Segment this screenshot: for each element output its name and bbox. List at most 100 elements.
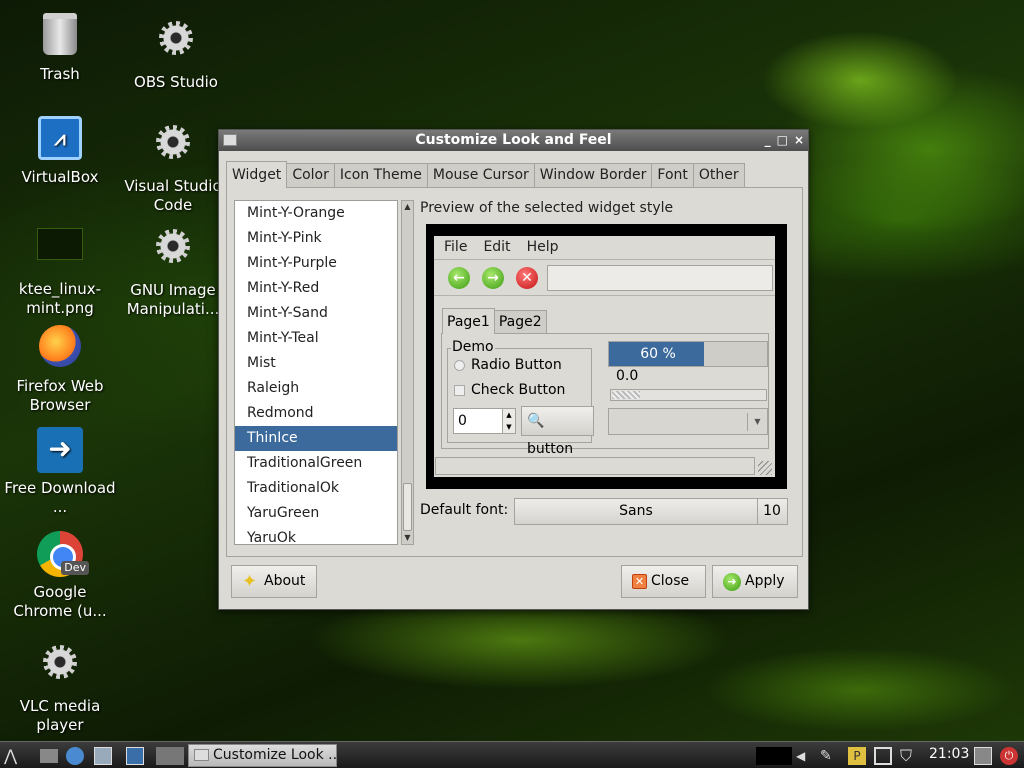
desktop-icon-label: ktee_linux-mint.png [18,280,102,317]
browser-icon[interactable] [66,747,84,765]
list-item[interactable]: Raleigh [235,376,397,401]
apply-button[interactable]: ➜ Apply [712,565,798,598]
list-item[interactable]: Mint-Y-Sand [235,301,397,326]
tab-widget[interactable]: Widget [226,161,288,188]
show-desktop-icon[interactable] [126,747,144,765]
list-item[interactable]: Redmond [235,401,397,426]
radio-button[interactable]: Radio Button [454,357,562,373]
tab-other[interactable]: Other [692,163,745,187]
desktop-icon-label: Free Download ... [4,479,116,516]
demo-legend: Demo [451,339,495,355]
list-item[interactable]: Mint-Y-Purple [235,251,397,276]
list-item[interactable]: TraditionalOk [235,476,397,501]
demo-frame: Demo Radio Button Check Button 0 ▲▼ � [447,339,594,457]
taskbar-item-label: Customize Look ... [213,747,337,763]
window-titlebar[interactable]: Customize Look and Feel _ □ × [219,130,808,151]
back-arrow-icon[interactable]: ← [448,266,470,289]
menu-edit[interactable]: Edit [483,239,510,256]
workspace-icon[interactable] [156,747,184,765]
desktop-icon-vlc[interactable]: VLC media player [2,638,118,735]
customize-look-and-feel-window: Customize Look and Feel _ □ × Widget Col… [218,129,809,610]
close-icon: ✕ [632,574,647,589]
tab-color[interactable]: Color [286,163,335,187]
tab-mouse-cursor[interactable]: Mouse Cursor [426,163,535,187]
tab-page1[interactable]: Page1 [442,308,495,334]
list-item-selected[interactable]: ThinIce [235,426,397,451]
monitor-icon[interactable] [974,747,992,765]
list-item[interactable]: TraditionalGreen [235,451,397,476]
about-button[interactable]: ✦ About [231,565,317,598]
menu-icon[interactable]: ⋀ [4,747,22,765]
window-title: Customize Look and Feel [415,132,612,148]
slider-knob[interactable] [612,391,640,399]
tab-icon-theme[interactable]: Icon Theme [333,163,428,187]
check-button[interactable]: Check Button [454,382,565,398]
preview-label: Preview of the selected widget style [420,200,674,216]
menu-file[interactable]: File [444,239,467,256]
desktop-icon-free-download-manager[interactable]: ➜ Free Download ... [2,426,118,517]
combo-box[interactable]: ▼ [608,408,768,435]
preview-button[interactable]: 🔍 button [521,406,594,457]
minimize-button[interactable]: _ [765,130,771,150]
apply-label: Apply [745,573,785,589]
network-icon[interactable]: ✎ [820,747,838,765]
tab-bar: Widget Color Icon Theme Mouse Cursor Win… [226,161,745,188]
calendar-icon[interactable] [874,747,892,765]
desktop-icon-firefox[interactable]: Firefox Web Browser [2,322,118,415]
menu-help[interactable]: Help [527,239,559,256]
close-label: Close [651,573,690,589]
about-label: About [264,573,306,589]
list-item[interactable]: YaruGreen [235,501,397,526]
spin-button[interactable]: 0 ▲ ▼ [453,408,516,434]
star-icon: ✦ [242,570,258,592]
stop-icon[interactable]: ✕ [516,266,538,289]
preview-text-entry[interactable] [547,265,773,291]
apply-arrow-icon: ➜ [723,572,741,591]
desktop-icon-chrome-dev[interactable]: Dev Google Chrome (u... [2,530,118,621]
list-item[interactable]: Mint-Y-Pink [235,226,397,251]
desktop-icon-obs-studio[interactable]: OBS Studio [118,14,234,92]
clipboard-icon[interactable]: P [848,747,866,765]
tab-window-border[interactable]: Window Border [533,163,653,187]
resize-grip-icon[interactable] [758,461,772,475]
list-item[interactable]: Mint-Y-Teal [235,326,397,351]
taskbar-item-customize-look[interactable]: Customize Look ... [188,744,337,767]
folder-icon[interactable] [40,749,58,763]
scale-slider[interactable] [610,389,767,401]
close-window-button[interactable]: × [794,130,804,150]
list-item[interactable]: Mint-Y-Red [235,276,397,301]
default-font-button[interactable]: Sans 10 [514,498,788,525]
forward-arrow-icon[interactable]: → [482,266,504,289]
list-item[interactable]: Mist [235,351,397,376]
desktop-icon-trash[interactable]: Trash [2,10,118,84]
close-button[interactable]: ✕ Close [621,565,706,598]
gear-icon [149,229,197,277]
desktop-icon-gimp[interactable]: GNU Image Manipulati... [118,222,228,319]
shield-icon[interactable]: ⛉ [900,747,918,765]
window-switch-icon[interactable] [94,747,112,765]
desktop-icon-label: OBS Studio [134,73,218,91]
desktop-icon-virtualbox[interactable]: ⩘ VirtualBox [2,114,118,187]
tab-font[interactable]: Font [651,163,694,187]
scroll-up-arrow-icon[interactable]: ▲ [402,201,413,213]
gear-icon [149,125,197,173]
check-label: Check Button [471,382,566,398]
magnifier-icon: 🔍 [527,413,545,429]
clock: 21:03 [929,746,970,762]
list-item[interactable]: Mint-Y-Orange [235,201,397,226]
maximize-button[interactable]: □ [777,130,788,150]
desktop-icon-vscode[interactable]: Visual Studio Code [118,118,228,215]
tab-page2[interactable]: Page2 [493,310,547,334]
power-icon[interactable]: ⏻ [1000,747,1018,765]
window-app-icon [194,749,209,761]
scroll-down-arrow-icon[interactable]: ▼ [402,532,413,544]
volume-icon[interactable]: ◀ [796,747,814,765]
font-size: 10 [763,503,781,519]
desktop-icon-png-file[interactable]: ktee_linux-mint.png [2,220,118,318]
theme-list-scrollbar[interactable]: ▲ ▼ [401,200,414,545]
scrollbar-thumb[interactable] [403,483,412,531]
widget-theme-list[interactable]: Mint-Y-Orange Mint-Y-Pink Mint-Y-Purple … [234,200,398,545]
spin-arrows-icon[interactable]: ▲ ▼ [502,409,515,433]
progress-text: 60 % [640,346,676,362]
list-item[interactable]: YaruOk [235,526,397,544]
